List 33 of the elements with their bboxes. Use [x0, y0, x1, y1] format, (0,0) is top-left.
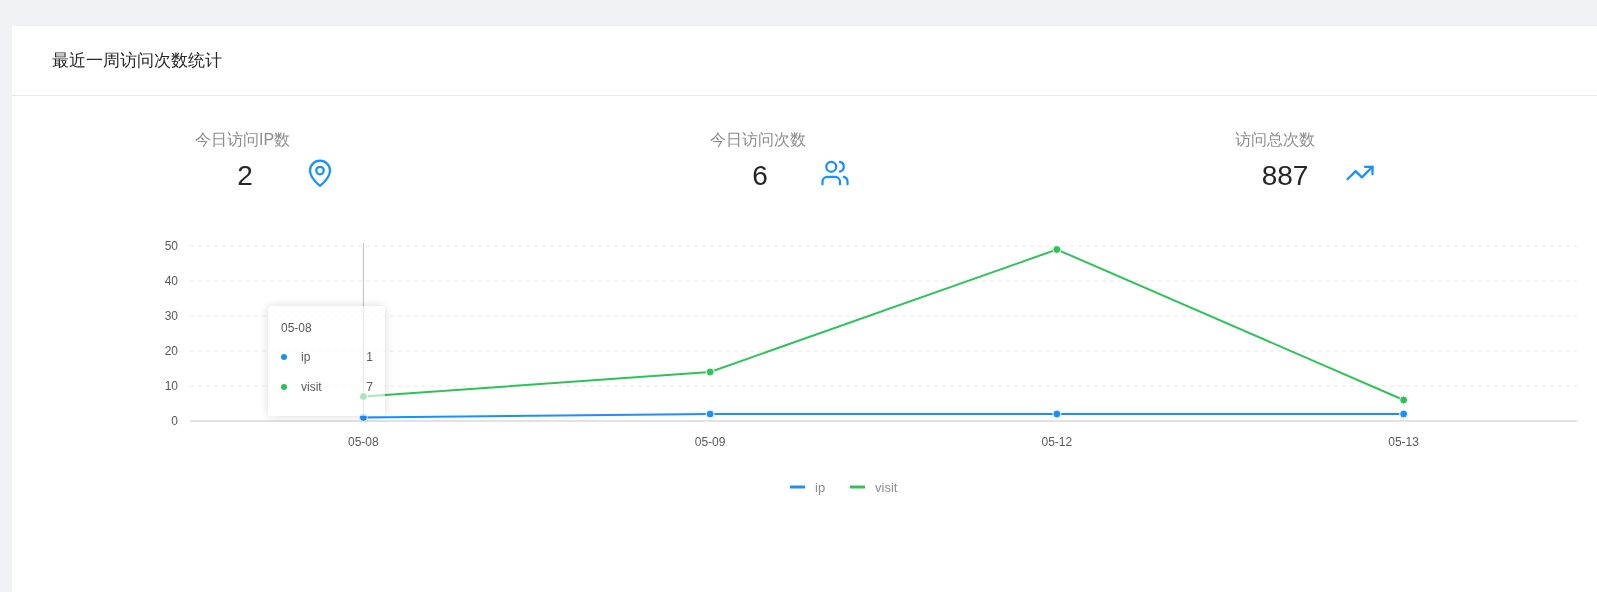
- tooltip-series-name: ip: [301, 349, 311, 366]
- data-point: [1399, 395, 1409, 405]
- stat-label: 今日访问IP数: [195, 130, 291, 150]
- y-tick-label: 20: [164, 344, 178, 358]
- y-tick-label: 0: [171, 414, 178, 428]
- data-point: [705, 367, 715, 377]
- tooltip-value: 1: [366, 349, 373, 366]
- stat-label: 访问总次数: [1235, 130, 1315, 150]
- legend-label: ip: [815, 480, 826, 495]
- data-point: [1052, 409, 1062, 419]
- data-point: [1399, 409, 1409, 419]
- tooltip-value: 7: [366, 379, 373, 396]
- card-title: 最近一周访问次数统计: [52, 49, 222, 72]
- stat-value: 2: [236, 159, 254, 193]
- y-tick-label: 50: [164, 239, 178, 253]
- y-tick-label: 10: [164, 379, 178, 393]
- tooltip-series-name: visit: [301, 379, 322, 396]
- stat-value: 6: [751, 159, 769, 193]
- data-point: [1052, 245, 1062, 254]
- x-tick-label: 05-12: [1041, 435, 1073, 449]
- y-tick-label: 40: [164, 274, 178, 288]
- users-icon: [820, 158, 850, 188]
- data-point: [358, 413, 368, 422]
- legend-label: visit: [875, 480, 898, 495]
- x-tick-label: 05-08: [348, 435, 379, 449]
- y-tick-label: 30: [164, 309, 178, 323]
- data-point: [358, 392, 368, 401]
- data-point: [705, 409, 715, 419]
- stat-label: 今日访问次数: [710, 130, 806, 150]
- x-tick-label: 05-09: [694, 435, 726, 449]
- x-tick-label: 05-13: [1388, 435, 1419, 449]
- stat-value: 887: [1260, 159, 1310, 193]
- tooltip-title: 05-08: [281, 320, 312, 337]
